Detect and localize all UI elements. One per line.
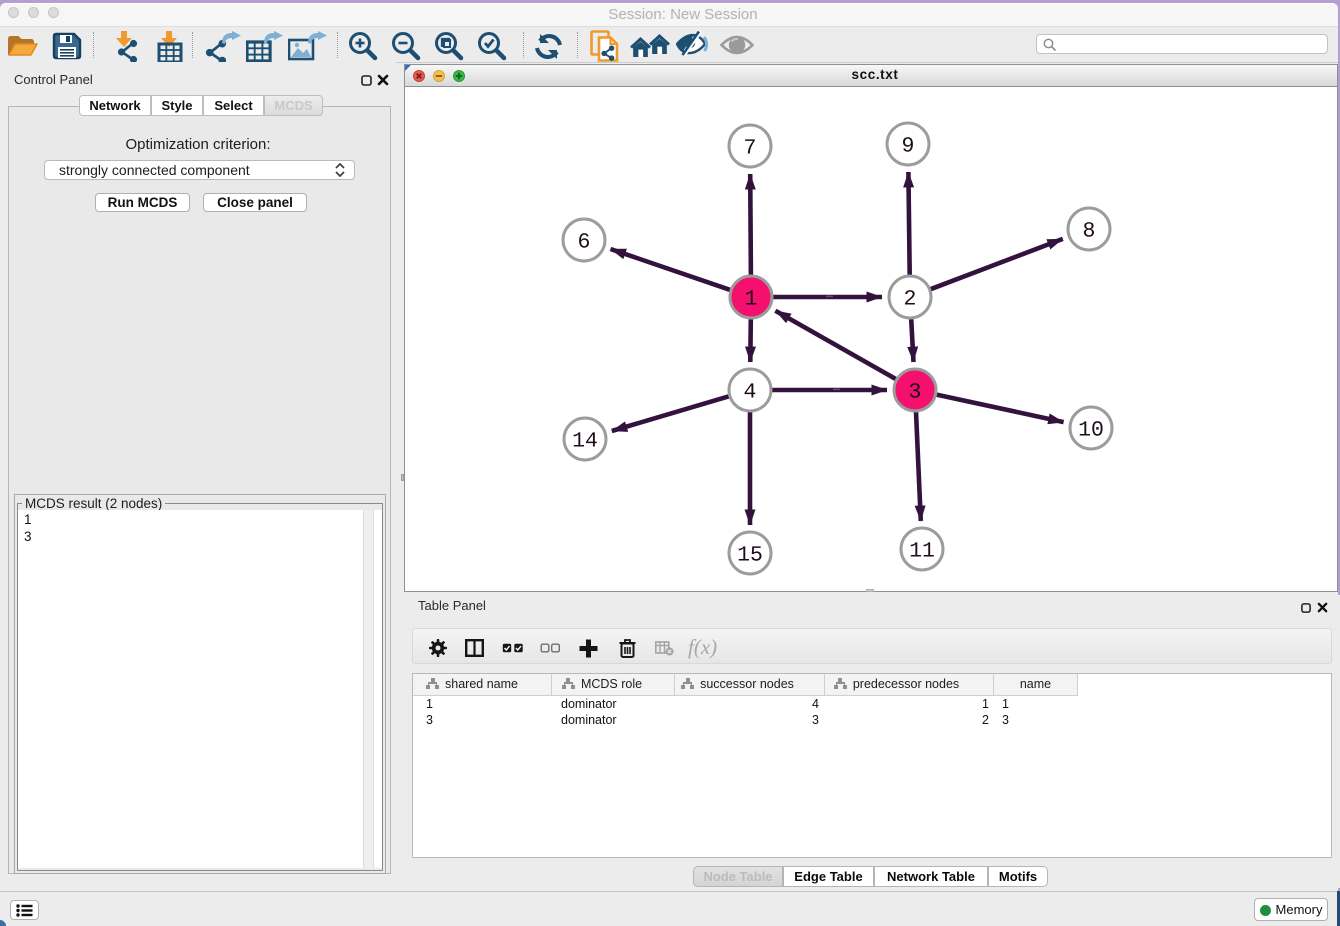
svg-text:11: 11 bbox=[909, 540, 935, 564]
svg-text:2: 2 bbox=[904, 288, 917, 312]
svg-text:7: 7 bbox=[744, 137, 757, 161]
svg-text:6: 6 bbox=[578, 231, 591, 255]
svg-text:14: 14 bbox=[572, 430, 598, 454]
svg-text:9: 9 bbox=[902, 135, 915, 159]
svg-text:15: 15 bbox=[737, 544, 763, 568]
svg-text:3: 3 bbox=[909, 381, 922, 405]
svg-text:8: 8 bbox=[1083, 220, 1096, 244]
svg-text:1: 1 bbox=[745, 288, 758, 312]
svg-text:10: 10 bbox=[1078, 419, 1104, 443]
svg-text:4: 4 bbox=[744, 381, 757, 405]
